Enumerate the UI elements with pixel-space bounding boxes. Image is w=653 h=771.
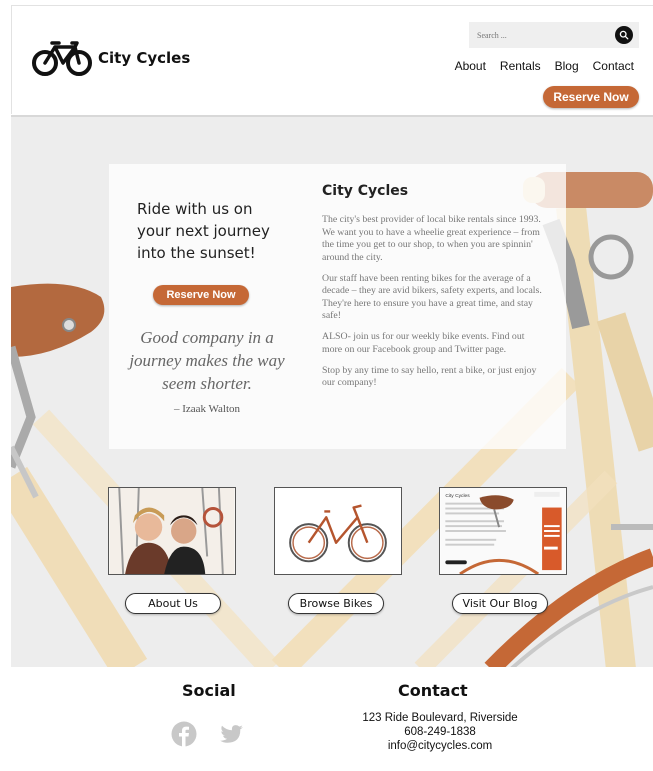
reserve-now-button[interactable]: Reserve Now (543, 86, 639, 108)
nav-contact[interactable]: Contact (593, 59, 634, 73)
main-nav: About Rentals Blog Contact (455, 59, 634, 73)
hero-quote: Good company in a journey makes the way … (129, 328, 285, 393)
search-icon (619, 30, 629, 40)
search-input[interactable] (469, 30, 609, 40)
intro-paragraph: Our staff have been renting bikes for th… (322, 272, 542, 322)
search-button[interactable] (615, 26, 633, 44)
nav-rentals[interactable]: Rentals (500, 59, 541, 73)
blog-thumbnail[interactable]: City Cycles (439, 487, 567, 575)
twitter-icon[interactable] (219, 721, 245, 747)
social-heading: Social (182, 681, 236, 700)
intro-card: Ride with us on your next journey into t… (109, 164, 566, 449)
about-us-button[interactable]: About Us (125, 593, 221, 614)
quote-author: – Izaak Walton (173, 403, 241, 415)
staff-photo-icon (109, 488, 235, 574)
browse-bikes-button[interactable]: Browse Bikes (288, 593, 384, 614)
blog-screenshot-icon: City Cycles (440, 488, 566, 574)
intro-title: City Cycles (322, 183, 409, 199)
hero-section: Ride with us on your next journey into t… (11, 115, 653, 667)
contact-phone[interactable]: 608-249-1838 (301, 726, 579, 738)
nav-about[interactable]: About (455, 59, 486, 73)
contact-heading: Contact (398, 681, 468, 700)
site-footer: Social Contact 123 Ride Boulevard, River… (11, 667, 653, 771)
brand-logo[interactable]: City Cycles (32, 38, 190, 78)
brand-name: City Cycles (98, 49, 191, 67)
hero-tagline: Ride with us on your next journey into t… (137, 200, 270, 262)
bike-photo-icon (275, 488, 401, 574)
bicycle-logo-icon (32, 41, 92, 76)
intro-body: The city's best provider of local bike r… (322, 214, 542, 398)
contact-email[interactable]: info@citycycles.com (301, 740, 579, 752)
browse-bikes-thumbnail[interactable] (274, 487, 402, 575)
site-header: City Cycles About Rentals Blog Contact R… (11, 5, 653, 114)
hero-reserve-button[interactable]: Reserve Now (153, 285, 249, 305)
visit-blog-button[interactable]: Visit Our Blog (452, 593, 548, 614)
intro-paragraph: The city's best provider of local bike r… (322, 214, 541, 263)
about-us-thumbnail[interactable] (108, 487, 236, 575)
nav-blog[interactable]: Blog (555, 59, 579, 73)
intro-paragraph: ALSO- join us for our weekly bike events… (322, 331, 525, 355)
contact-address: 123 Ride Boulevard, Riverside (362, 712, 518, 724)
intro-paragraph: Stop by any time to say hello, rent a bi… (322, 364, 537, 389)
facebook-icon[interactable] (171, 721, 197, 747)
svg-text:City Cycles: City Cycles (445, 493, 470, 499)
search-bar (469, 22, 639, 48)
